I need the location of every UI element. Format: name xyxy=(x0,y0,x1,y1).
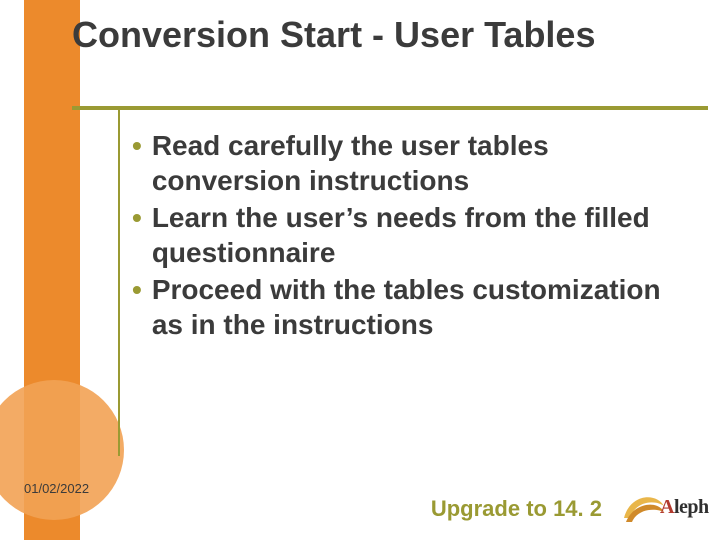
bullet-text: Proceed with the tables customization as… xyxy=(152,272,688,342)
slide-title: Conversion Start - User Tables xyxy=(72,14,662,55)
footer-caption: Upgrade to 14. 2 xyxy=(431,496,602,522)
logo-text-rest: leph xyxy=(674,496,709,518)
bullet-icon: • xyxy=(132,272,142,307)
decorative-circle xyxy=(0,380,124,520)
title-underline xyxy=(72,106,708,110)
list-item: • Learn the user’s needs from the filled… xyxy=(132,200,688,270)
vertical-rule xyxy=(118,106,120,456)
slide-body: • Read carefully the user tables convers… xyxy=(132,128,688,344)
slide: Conversion Start - User Tables • Read ca… xyxy=(0,0,720,540)
list-item: • Proceed with the tables customization … xyxy=(132,272,688,342)
bullet-text: Learn the user’s needs from the filled q… xyxy=(152,200,688,270)
logo-text: Aleph xyxy=(660,496,709,519)
bullet-text: Read carefully the user tables conversio… xyxy=(152,128,688,198)
bullet-icon: • xyxy=(132,128,142,163)
list-item: • Read carefully the user tables convers… xyxy=(132,128,688,198)
footer-date: 01/02/2022 xyxy=(24,481,89,496)
aleph-logo: Aleph xyxy=(620,488,710,532)
bullet-icon: • xyxy=(132,200,142,235)
left-accent-band xyxy=(24,0,80,540)
